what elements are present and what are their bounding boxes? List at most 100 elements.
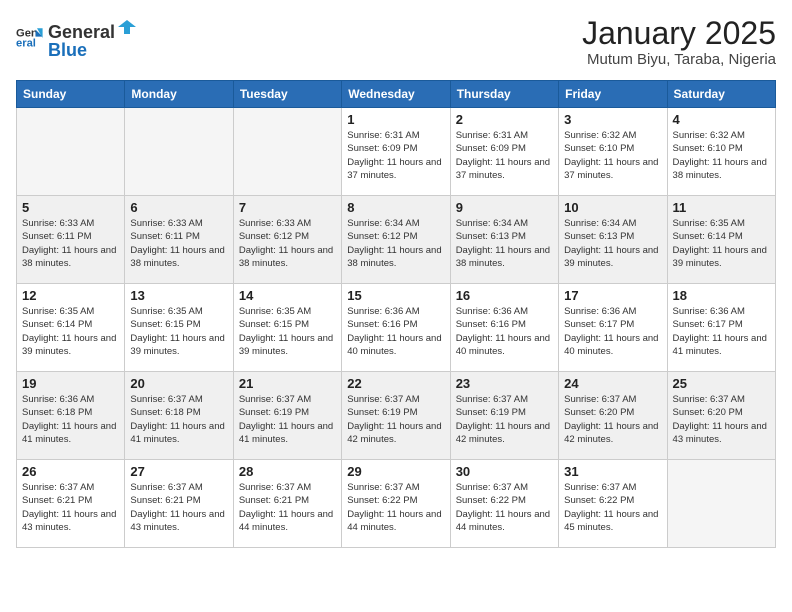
cell-info: Sunrise: 6:35 AM Sunset: 6:14 PM Dayligh… [22,305,119,358]
cell-info: Sunrise: 6:32 AM Sunset: 6:10 PM Dayligh… [564,129,661,182]
cell-info: Sunrise: 6:34 AM Sunset: 6:12 PM Dayligh… [347,217,444,270]
table-row: 25 Sunrise: 6:37 AM Sunset: 6:20 PM Dayli… [667,372,775,460]
table-row: 13 Sunrise: 6:35 AM Sunset: 6:15 PM Dayli… [125,284,233,372]
day-number: 17 [564,288,661,303]
table-row: 3 Sunrise: 6:32 AM Sunset: 6:10 PM Daylig… [559,108,667,196]
day-number: 13 [130,288,227,303]
calendar-week-row: 12 Sunrise: 6:35 AM Sunset: 6:14 PM Dayli… [17,284,776,372]
cell-info: Sunrise: 6:37 AM Sunset: 6:20 PM Dayligh… [673,393,770,446]
day-number: 8 [347,200,444,215]
table-row: 16 Sunrise: 6:36 AM Sunset: 6:16 PM Dayli… [450,284,558,372]
day-number: 27 [130,464,227,479]
month-title: January 2025 [582,16,776,51]
cell-info: Sunrise: 6:35 AM Sunset: 6:15 PM Dayligh… [130,305,227,358]
day-number: 31 [564,464,661,479]
table-row: 11 Sunrise: 6:35 AM Sunset: 6:14 PM Dayli… [667,196,775,284]
day-number: 24 [564,376,661,391]
day-number: 3 [564,112,661,127]
day-number: 29 [347,464,444,479]
day-number: 4 [673,112,770,127]
cell-info: Sunrise: 6:33 AM Sunset: 6:11 PM Dayligh… [130,217,227,270]
table-row: 21Sunrise: 6:37 AM Sunset: 6:19 PM Dayli… [233,372,341,460]
table-row: 15Sunrise: 6:36 AM Sunset: 6:16 PM Dayli… [342,284,450,372]
cell-info: Sunrise: 6:37 AM Sunset: 6:19 PM Dayligh… [239,393,336,446]
table-row: 2Sunrise: 6:31 AM Sunset: 6:09 PM Daylig… [450,108,558,196]
table-row: 18Sunrise: 6:36 AM Sunset: 6:17 PM Dayli… [667,284,775,372]
day-number: 16 [456,288,553,303]
table-row: 26 Sunrise: 6:37 AM Sunset: 6:21 PM Dayli… [17,460,125,548]
table-row: 20 Sunrise: 6:37 AM Sunset: 6:18 PM Dayli… [125,372,233,460]
cell-info: Sunrise: 6:36 AM Sunset: 6:17 PM Dayligh… [564,305,661,358]
table-row: 5 Sunrise: 6:33 AM Sunset: 6:11 PM Daylig… [17,196,125,284]
day-number: 14 [239,288,336,303]
title-section: January 2025 Mutum Biyu, Taraba, Nigeria [582,16,776,68]
header-friday: Friday [559,81,667,108]
table-row [233,108,341,196]
table-row: 24 Sunrise: 6:37 AM Sunset: 6:20 PM Dayli… [559,372,667,460]
day-number: 26 [22,464,119,479]
cell-info: Sunrise: 6:37 AM Sunset: 6:21 PM Dayligh… [22,481,119,534]
header-sunday: Sunday [17,81,125,108]
table-row: 8 Sunrise: 6:34 AM Sunset: 6:12 PM Daylig… [342,196,450,284]
page-header: Gen eral General Blue January 2025 Mutum… [16,16,776,68]
calendar-week-row: 5 Sunrise: 6:33 AM Sunset: 6:11 PM Daylig… [17,196,776,284]
day-number: 30 [456,464,553,479]
cell-info: Sunrise: 6:35 AM Sunset: 6:15 PM Dayligh… [239,305,336,358]
day-number: 22 [347,376,444,391]
day-number: 19 [22,376,119,391]
day-number: 9 [456,200,553,215]
location: Mutum Biyu, Taraba, Nigeria [582,51,776,68]
cell-info: Sunrise: 6:36 AM Sunset: 6:18 PM Dayligh… [22,393,119,446]
table-row: 6Sunrise: 6:33 AM Sunset: 6:11 PM Daylig… [125,196,233,284]
day-number: 12 [22,288,119,303]
table-row: 28 Sunrise: 6:37 AM Sunset: 6:21 PM Dayli… [233,460,341,548]
cell-info: Sunrise: 6:37 AM Sunset: 6:18 PM Dayligh… [130,393,227,446]
cell-info: Sunrise: 6:37 AM Sunset: 6:21 PM Dayligh… [239,481,336,534]
cell-info: Sunrise: 6:33 AM Sunset: 6:12 PM Dayligh… [239,217,336,270]
table-row: 23 Sunrise: 6:37 AM Sunset: 6:19 PM Dayli… [450,372,558,460]
header-wednesday: Wednesday [342,81,450,108]
logo-blue: Blue [48,41,139,59]
table-row [17,108,125,196]
cell-info: Sunrise: 6:33 AM Sunset: 6:11 PM Dayligh… [22,217,119,270]
table-row: 14 Sunrise: 6:35 AM Sunset: 6:15 PM Dayli… [233,284,341,372]
day-number: 25 [673,376,770,391]
table-row: 30 Sunrise: 6:37 AM Sunset: 6:22 PM Dayli… [450,460,558,548]
table-row: 17 Sunrise: 6:36 AM Sunset: 6:17 PM Dayli… [559,284,667,372]
table-row: 7Sunrise: 6:33 AM Sunset: 6:12 PM Daylig… [233,196,341,284]
table-row: 10Sunrise: 6:34 AM Sunset: 6:13 PM Dayli… [559,196,667,284]
day-number: 10 [564,200,661,215]
calendar-week-row: 1 Sunrise: 6:31 AM Sunset: 6:09 PM Daylig… [17,108,776,196]
cell-info: Sunrise: 6:37 AM Sunset: 6:19 PM Dayligh… [456,393,553,446]
cell-info: Sunrise: 6:37 AM Sunset: 6:22 PM Dayligh… [456,481,553,534]
day-number: 5 [22,200,119,215]
day-number: 28 [239,464,336,479]
cell-info: Sunrise: 6:34 AM Sunset: 6:13 PM Dayligh… [456,217,553,270]
table-row [667,460,775,548]
calendar-table: Sunday Monday Tuesday Wednesday Thursday… [16,80,776,548]
day-number: 11 [673,200,770,215]
cell-info: Sunrise: 6:31 AM Sunset: 6:09 PM Dayligh… [347,129,444,182]
day-number: 23 [456,376,553,391]
table-row: 9 Sunrise: 6:34 AM Sunset: 6:13 PM Daylig… [450,196,558,284]
logo-text: General Blue [48,16,139,59]
svg-text:eral: eral [16,37,36,49]
day-number: 20 [130,376,227,391]
table-row: 27Sunrise: 6:37 AM Sunset: 6:21 PM Dayli… [125,460,233,548]
logo-bird-icon [116,16,138,38]
header-saturday: Saturday [667,81,775,108]
logo-icon: Gen eral [16,24,44,52]
calendar-header-row: Sunday Monday Tuesday Wednesday Thursday… [17,81,776,108]
day-number: 1 [347,112,444,127]
header-monday: Monday [125,81,233,108]
day-number: 15 [347,288,444,303]
header-thursday: Thursday [450,81,558,108]
cell-info: Sunrise: 6:37 AM Sunset: 6:22 PM Dayligh… [347,481,444,534]
table-row: 29 Sunrise: 6:37 AM Sunset: 6:22 PM Dayli… [342,460,450,548]
cell-info: Sunrise: 6:37 AM Sunset: 6:20 PM Dayligh… [564,393,661,446]
cell-info: Sunrise: 6:35 AM Sunset: 6:14 PM Dayligh… [673,217,770,270]
table-row: 4Sunrise: 6:32 AM Sunset: 6:10 PM Daylig… [667,108,775,196]
cell-info: Sunrise: 6:36 AM Sunset: 6:16 PM Dayligh… [456,305,553,358]
table-row: 1 Sunrise: 6:31 AM Sunset: 6:09 PM Daylig… [342,108,450,196]
cell-info: Sunrise: 6:36 AM Sunset: 6:17 PM Dayligh… [673,305,770,358]
